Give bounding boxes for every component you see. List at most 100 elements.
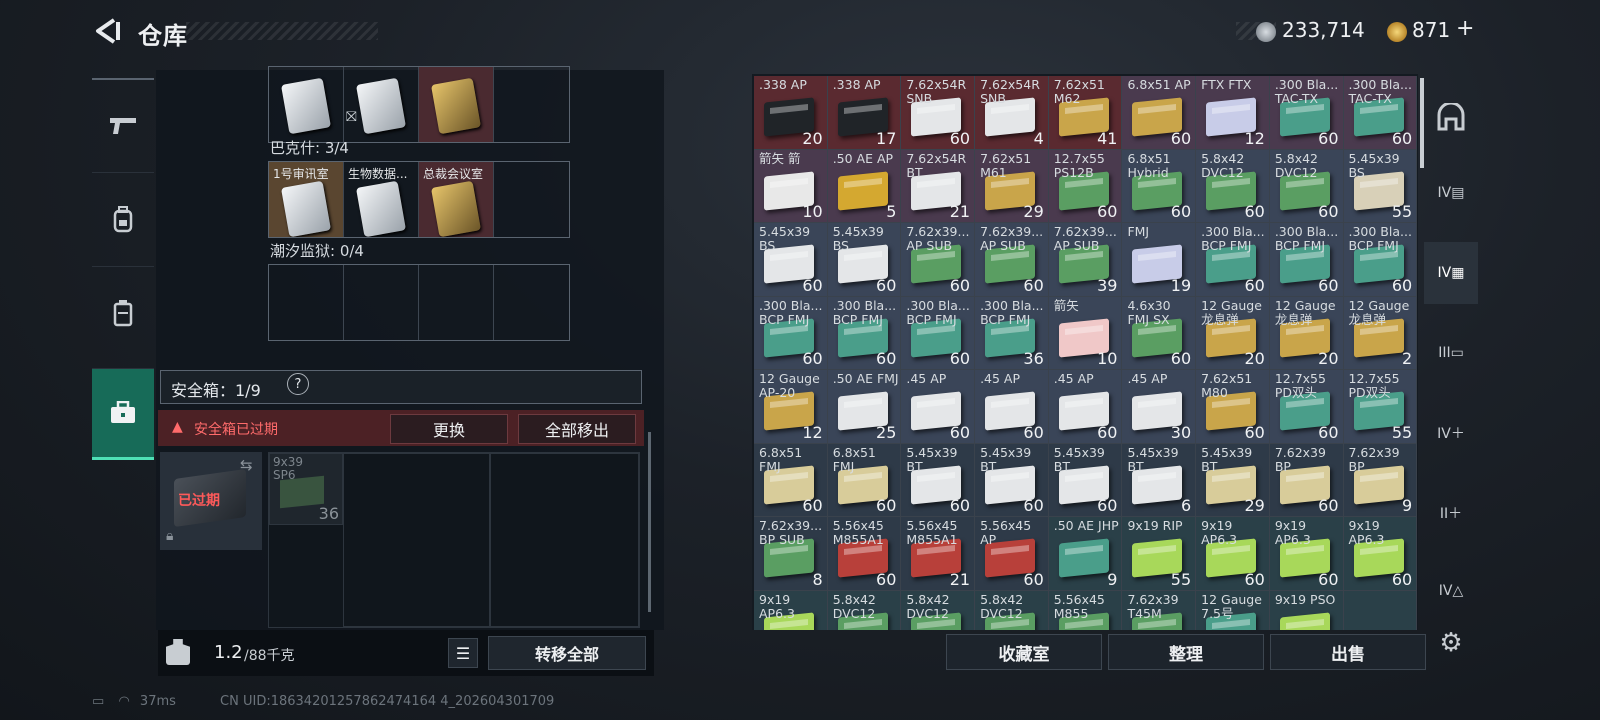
safebox-ammo-slot[interactable]: 9x39 SP6 36	[269, 453, 343, 525]
ammo-slot[interactable]: 4.6x30 FMJ SX 60	[1122, 296, 1197, 370]
ammo-slot[interactable]: .300 Bla... BCP FMJ 60	[901, 296, 976, 370]
ammo-slot[interactable]: 箭矢 10	[1048, 296, 1123, 370]
ammo-slot[interactable]: .338 AP 20	[754, 76, 828, 150]
keycard-slot-empty[interactable]	[494, 162, 569, 237]
keycard-slot-empty[interactable]	[494, 67, 569, 142]
replace-button[interactable]: 更换	[390, 414, 508, 444]
sell-button[interactable]: 出售	[1270, 634, 1426, 670]
ammo-slot[interactable]: .45 AP 60	[1048, 370, 1123, 444]
ammo-slot[interactable]: 9x19 AP6.3 60	[1269, 517, 1344, 591]
ammo-slot[interactable]: 12.7x55 PD双头 55	[1343, 370, 1418, 444]
ammo-slot[interactable]: 6.8x51 Hybrid 60	[1122, 149, 1197, 223]
ammo-slot[interactable]	[1343, 590, 1418, 630]
ammo-slot[interactable]: .300 Bla... TAC-TX 60	[1269, 76, 1344, 150]
ammo-slot[interactable]: .300 Bla... BCP FMJ 60	[1343, 223, 1418, 297]
ammo-slot[interactable]: 7.62x51 M61 29	[975, 149, 1049, 223]
ammo-slot[interactable]: 5.56x45 M855	[1048, 590, 1123, 630]
collection-room-button[interactable]: 收藏室	[946, 634, 1102, 670]
ammo-slot[interactable]: .300 Bla... BCP FMJ 60	[1196, 223, 1270, 297]
swap-icon[interactable]: ⇆	[240, 456, 253, 474]
ammo-slot[interactable]: 7.62x51 M62 41	[1048, 76, 1123, 150]
ammo-slot[interactable]: 7.62x54R SNB 60	[901, 76, 976, 150]
storage-tab-4b[interactable]: IV▦	[1424, 242, 1478, 304]
ammo-slot[interactable]: 7.62x54R SNB 4	[975, 76, 1049, 150]
tab-backpack[interactable]	[92, 172, 154, 264]
ammo-slot[interactable]: 5.56x45 M855A1 60	[827, 517, 902, 591]
ammo-slot[interactable]: 5.45x39 BT 60	[1048, 443, 1123, 517]
ammo-slot[interactable]: 6.8x51 FMJ 60	[827, 443, 902, 517]
ammo-slot[interactable]: 12.7x55 PD双头 60	[1269, 370, 1344, 444]
ammo-slot[interactable]: 9x19 AP6.3	[754, 590, 828, 630]
keycard-slot-empty[interactable]	[494, 265, 569, 340]
safebox-item[interactable]: ⇆ 已过期 🔒︎	[160, 452, 262, 550]
storage-tab-3[interactable]: III▭	[1424, 322, 1478, 384]
keycard-slot-empty[interactable]	[269, 265, 344, 340]
tab-weapons[interactable]	[92, 78, 154, 170]
transfer-all-button[interactable]: 转移全部	[488, 636, 646, 670]
ammo-slot[interactable]: 5.8x42 DVC12	[901, 590, 976, 630]
ammo-slot[interactable]: 5.45x39 BT 6	[1122, 443, 1197, 517]
ammo-slot[interactable]: .300 Bla... BCP FMJ 60	[827, 296, 902, 370]
ammo-slot[interactable]: 7.62x39 BP 60	[1269, 443, 1344, 517]
ammo-slot[interactable]: 7.62x39... BP SUB 8	[754, 517, 828, 591]
keycard-slot-empty[interactable]	[344, 265, 419, 340]
safebox-slot-empty[interactable]	[343, 453, 491, 627]
ammo-slot[interactable]: FMJ 19	[1122, 223, 1197, 297]
remove-all-button[interactable]: 全部移出	[518, 414, 636, 444]
back-arrow-icon[interactable]	[92, 16, 122, 46]
left-scrollbar[interactable]	[648, 432, 651, 612]
ammo-slot[interactable]: .300 Bla... TAC-TX 60	[1343, 76, 1418, 150]
ammo-slot[interactable]: 12 Gauge 龙息弹 2	[1343, 296, 1418, 370]
help-icon[interactable]: ?	[282, 368, 314, 400]
ammo-slot[interactable]: .300 Bla... BCP FMJ 60	[754, 296, 828, 370]
tab-vest[interactable]	[92, 266, 154, 358]
ammo-slot[interactable]: 6.8x51 AP 60	[1122, 76, 1197, 150]
ammo-slot[interactable]: 5.8x42 DVC12 60	[1269, 149, 1344, 223]
ammo-slot[interactable]: 5.45x39 BT 60	[975, 443, 1049, 517]
ammo-slot[interactable]: .45 AP 60	[901, 370, 976, 444]
keycard-slot[interactable]: 生物数据...	[344, 162, 419, 237]
tab-safebox[interactable]	[92, 368, 154, 460]
ammo-slot[interactable]: 7.62x39... AP SUB 60	[901, 223, 976, 297]
storage-tab-add-4[interactable]: IV＋	[1424, 402, 1478, 464]
keycard-slot[interactable]	[419, 67, 494, 142]
safebox-slot-empty[interactable]	[489, 453, 639, 627]
ammo-slot[interactable]: 5.56x45 AP 60	[975, 517, 1049, 591]
ammo-slot[interactable]: 5.45x39 BT 29	[1196, 443, 1270, 517]
add-currency-button[interactable]: +	[1456, 16, 1474, 41]
organize-button[interactable]: 整理	[1108, 634, 1264, 670]
ammo-slot[interactable]: .45 AP 30	[1122, 370, 1197, 444]
ammo-slot[interactable]: 箭矢 箭 10	[754, 149, 828, 223]
keycard-slot[interactable]: ⛝	[344, 67, 419, 142]
ammo-slot[interactable]: 12 Gauge 龙息弹 20	[1269, 296, 1344, 370]
ammo-slot[interactable]: 12.7x55 PS12B 60	[1048, 149, 1123, 223]
keycard-slot[interactable]: 1号审讯室	[269, 162, 344, 237]
ammo-slot[interactable]: 9x19 AP6.3 60	[1343, 517, 1418, 591]
keycard-slot[interactable]: 总裁会议室	[419, 162, 494, 237]
ammo-slot[interactable]: 7.62x39... AP SUB 60	[975, 223, 1049, 297]
ammo-slot[interactable]: .338 AP 17	[827, 76, 902, 150]
ammo-slot[interactable]: .45 AP 60	[975, 370, 1049, 444]
ammo-slot[interactable]: .50 AE JHP 9	[1048, 517, 1123, 591]
ammo-slot[interactable]: 9x19 RIP 55	[1122, 517, 1197, 591]
ammo-slot[interactable]: 5.56x45 M855A1 21	[901, 517, 976, 591]
ammo-slot[interactable]: .300 Bla... BCP FMJ 36	[975, 296, 1049, 370]
ammo-slot[interactable]: .50 AE AP 5	[827, 149, 902, 223]
storage-tab-4a[interactable]: IV▤	[1424, 162, 1478, 224]
ammo-slot[interactable]: 12 Gauge 龙息弹 20	[1196, 296, 1270, 370]
ammo-slot[interactable]: 5.45x39 BS 60	[827, 223, 902, 297]
ammo-slot[interactable]: FTX FTX 12	[1196, 76, 1270, 150]
ammo-slot[interactable]: 9x19 AP6.3 60	[1196, 517, 1270, 591]
keycard-slot-empty[interactable]	[419, 265, 494, 340]
ammo-slot[interactable]: 7.62x39... AP SUB 39	[1048, 223, 1123, 297]
ammo-slot[interactable]: .50 AE FMJ 25	[827, 370, 902, 444]
ammo-slot[interactable]: 5.8x42 DVC12 60	[1196, 149, 1270, 223]
ammo-slot[interactable]: 6.8x51 FMJ 60	[754, 443, 828, 517]
ammo-slot[interactable]: 12 Gauge AP-20 12	[754, 370, 828, 444]
ammo-slot[interactable]: 7.62x54R BT 21	[901, 149, 976, 223]
settings-gear-icon[interactable]: ⚙	[1424, 612, 1478, 674]
ammo-slot[interactable]: 5.45x39 BS 60	[754, 223, 828, 297]
ammo-slot[interactable]: 7.62x39 T45M	[1122, 590, 1197, 630]
ammo-slot[interactable]: 5.45x39 BS 55	[1343, 149, 1418, 223]
ammo-slot[interactable]: .300 Bla... BCP FMJ 60	[1269, 223, 1344, 297]
